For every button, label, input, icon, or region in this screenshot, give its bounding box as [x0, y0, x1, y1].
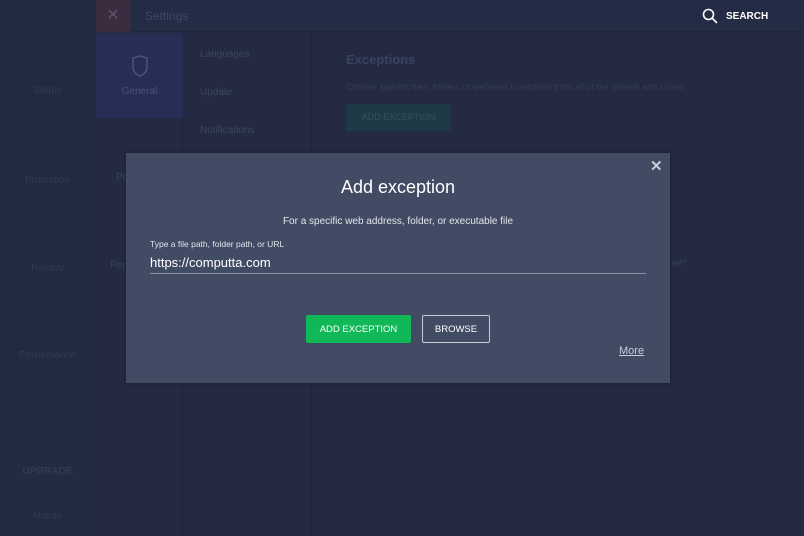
- add-exception-button[interactable]: ADD EXCEPTION: [306, 315, 411, 343]
- search-button[interactable]: SEARCH: [702, 8, 768, 24]
- sidebar-item-performance[interactable]: Performance: [0, 350, 95, 361]
- path-field-label: Type a file path, folder path, or URL: [150, 239, 285, 249]
- dialog-title: Add exception: [340, 177, 456, 197]
- sidebar-item-privacy[interactable]: Privacy: [0, 263, 95, 274]
- upgrade-button[interactable]: UPGRADE: [0, 455, 95, 488]
- submenu-languages[interactable]: Languages: [200, 49, 250, 60]
- search-icon: [702, 8, 718, 24]
- header: [95, 0, 804, 32]
- search-label: SEARCH: [726, 10, 769, 22]
- category-label: General: [121, 86, 158, 97]
- close-settings-button[interactable]: ✕: [96, 0, 130, 32]
- more-link[interactable]: More: [619, 345, 644, 357]
- submenu-update[interactable]: Update: [200, 87, 232, 98]
- exception-path-partial: er\*: [672, 258, 687, 268]
- exceptions-title: Exceptions: [346, 52, 416, 67]
- exceptions-description: Choose specific files, folders or websit…: [346, 82, 686, 92]
- dialog-subtitle: For a specific web address, folder, or e…: [282, 216, 514, 227]
- category-performance[interactable]: Per: [110, 260, 126, 271]
- path-input[interactable]: [150, 252, 646, 274]
- sidebar-item-status[interactable]: Status: [0, 85, 95, 96]
- add-exception-background-button[interactable]: ADD EXCEPTION: [346, 104, 451, 131]
- sidebar-item-protection[interactable]: Protection: [0, 175, 95, 186]
- close-icon[interactable]: ✕: [650, 157, 663, 175]
- shield-icon: [131, 55, 148, 77]
- sidebar: Status Protection Privacy Performance UP…: [0, 0, 95, 536]
- category-general[interactable]: General: [96, 33, 183, 118]
- browse-button[interactable]: BROWSE: [422, 315, 490, 343]
- category-protection[interactable]: Pr: [116, 172, 126, 183]
- settings-title: Settings: [145, 9, 189, 23]
- submenu-notifications[interactable]: Notifications: [200, 125, 254, 136]
- mobile-link[interactable]: Mobile: [0, 511, 95, 522]
